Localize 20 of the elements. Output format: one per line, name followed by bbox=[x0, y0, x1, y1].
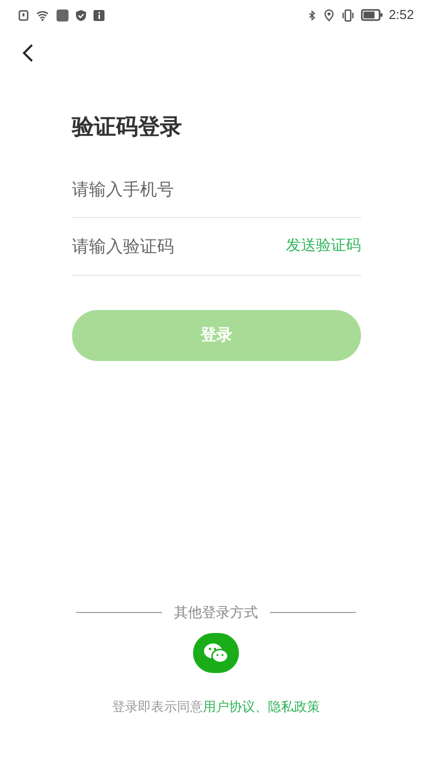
vibrate-icon bbox=[340, 8, 355, 22]
chat-bubbles-icon bbox=[202, 642, 230, 664]
privacy-policy-link[interactable]: 隐私政策 bbox=[268, 698, 320, 714]
info-icon bbox=[93, 8, 105, 22]
bluetooth-icon bbox=[306, 8, 317, 22]
battery-icon bbox=[360, 9, 383, 21]
location-icon bbox=[322, 8, 335, 22]
sim-card-icon bbox=[18, 8, 29, 22]
page-title: 验证码登录 bbox=[72, 113, 183, 141]
code-input-field[interactable]: 请输入验证码 发送验证码 bbox=[72, 218, 361, 276]
app-icon bbox=[56, 8, 69, 22]
clock-time: 2:52 bbox=[388, 6, 414, 24]
wechat-login-button[interactable] bbox=[193, 632, 239, 672]
user-agreement-link[interactable]: 用户协议 bbox=[203, 698, 255, 714]
shield-icon bbox=[75, 8, 87, 22]
wifi-icon bbox=[35, 8, 50, 22]
other-login-label: 其他登录方式 bbox=[174, 602, 258, 622]
send-code-link[interactable]: 发送验证码 bbox=[286, 235, 361, 258]
phone-input-field[interactable]: 请输入手机号 bbox=[72, 162, 361, 218]
agreement-text: 登录即表示同意用户协议、隐私政策 bbox=[111, 698, 321, 716]
